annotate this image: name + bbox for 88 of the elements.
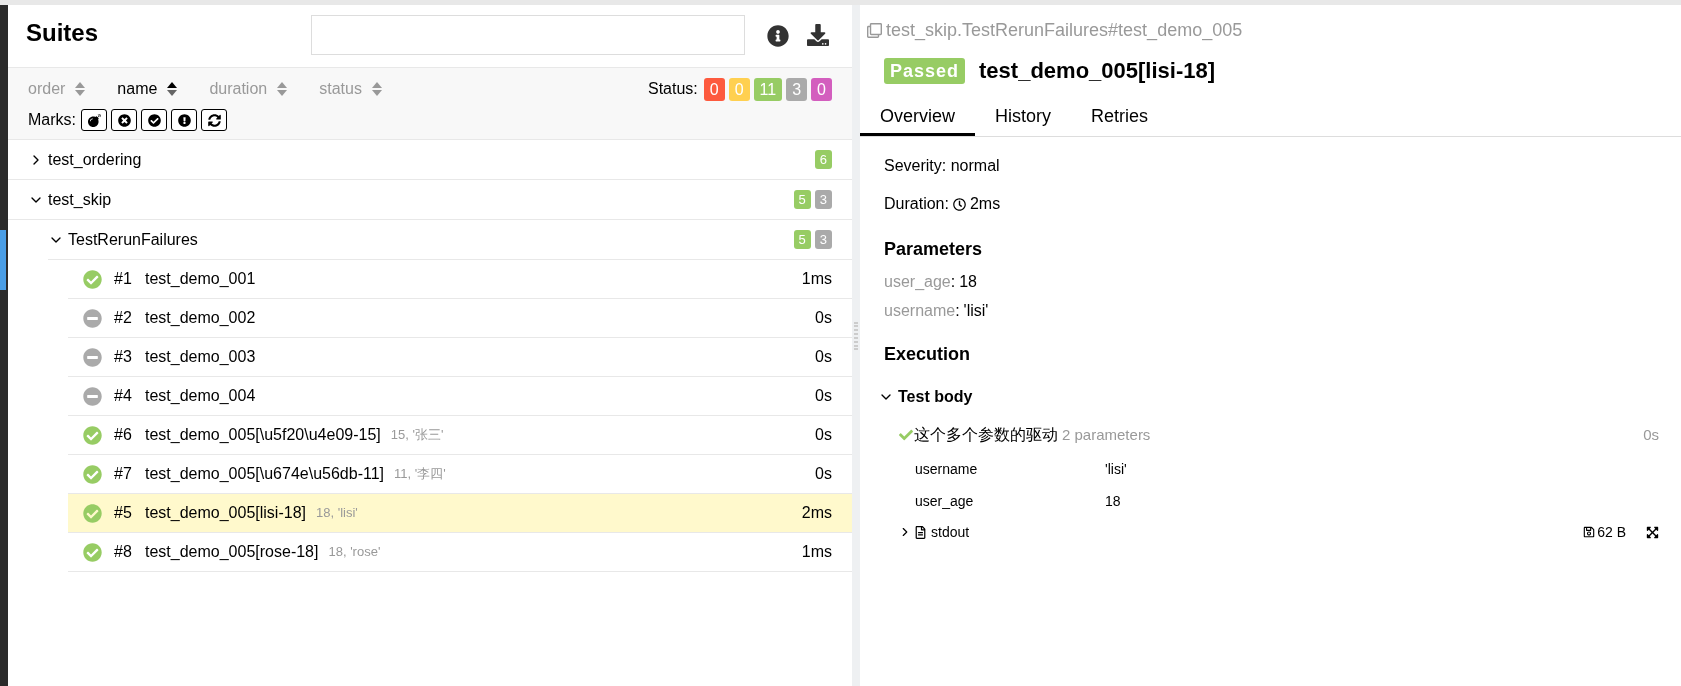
- test-order: #4: [114, 386, 133, 406]
- download-icon[interactable]: [807, 24, 829, 46]
- step-param-name: user_age: [915, 491, 975, 511]
- parameter-separator: :: [950, 272, 956, 292]
- test-order: #7: [114, 464, 133, 484]
- tab[interactable]: Retries: [1071, 99, 1169, 136]
- attachment-size: 62 B: [1597, 522, 1626, 542]
- bomb-icon: [87, 113, 101, 127]
- test-name: test_demo_005[lisi-18]: [145, 503, 306, 523]
- test-duration: 0s: [815, 425, 832, 445]
- test-duration: 0s: [815, 308, 832, 328]
- mark-toggle[interactable]: [141, 109, 167, 131]
- status-badge: Passed: [884, 57, 966, 84]
- test-order: #1: [114, 269, 133, 289]
- test-row[interactable]: #5 test_demo_005[lisi-18] 18, 'lisi' 2ms: [68, 494, 852, 533]
- attachment-row[interactable]: stdout 62 B: [898, 521, 1659, 543]
- parameter-separator: :: [955, 301, 960, 321]
- test-order: #2: [114, 308, 133, 328]
- test-duration: 2ms: [801, 503, 832, 523]
- parameter-value: 'lisi': [963, 301, 989, 321]
- mark-toggle[interactable]: [171, 109, 197, 131]
- step-param-name: username: [915, 459, 979, 479]
- suite-row[interactable]: test_skip 5 3: [8, 180, 852, 220]
- test-body-label: Test body: [898, 387, 973, 407]
- test-duration: 0s: [815, 386, 832, 406]
- test-name: test_demo_001: [145, 269, 256, 289]
- search-field[interactable]: [311, 15, 745, 55]
- test-name: test_demo_005[\u674e\u56db-11]: [145, 464, 384, 484]
- parameter-name: username: [884, 301, 956, 321]
- test-duration: 1ms: [801, 542, 832, 562]
- mark-toggle[interactable]: [201, 109, 227, 131]
- step-param-value: 18: [1105, 491, 1121, 511]
- test-params: 18, 'rose': [328, 543, 381, 562]
- suite-name: TestRerunFailures: [68, 229, 198, 250]
- count-badge: 3: [814, 230, 832, 249]
- marks-label: Marks:: [28, 110, 76, 130]
- refresh-icon: [207, 113, 221, 127]
- test-name: test_demo_005[rose-18]: [145, 542, 319, 562]
- test-order: #8: [114, 542, 133, 562]
- copy-icon[interactable]: [867, 23, 882, 38]
- tab[interactable]: Overview: [860, 99, 975, 136]
- test-name: test_demo_002: [145, 308, 256, 328]
- mark-toggle[interactable]: [111, 109, 137, 131]
- test-params: 18, 'lisi': [316, 504, 358, 523]
- test-order: #5: [114, 503, 133, 523]
- parameter-value: 18: [959, 272, 977, 292]
- tab[interactable]: History: [975, 99, 1072, 136]
- file-icon: [914, 525, 927, 539]
- duration-value: 2ms: [969, 194, 1001, 214]
- status-label: Status:: [647, 79, 698, 99]
- test-params: 15, '张三': [390, 426, 444, 445]
- test-name: test_demo_005[\u5f20\u4e09-15]: [145, 425, 381, 445]
- step-params-count: 2 parameters: [1062, 424, 1151, 445]
- test-title: test_demo_005[lisi-18]: [979, 57, 1216, 85]
- test-order: #3: [114, 347, 133, 367]
- suite-row[interactable]: test_ordering 6: [8, 140, 852, 180]
- parameter-name: user_age: [884, 272, 951, 292]
- test-order: #6: [114, 425, 133, 445]
- step-param-value: 'lisi': [1105, 459, 1127, 479]
- save-icon: [1583, 526, 1596, 538]
- suite-name: test_ordering: [48, 149, 142, 170]
- duration-label: Duration:: [884, 194, 949, 214]
- attachment-name: stdout: [931, 522, 970, 542]
- count-badge: 5: [793, 230, 811, 249]
- count-badge: 3: [814, 190, 832, 209]
- suite-name: test_skip: [48, 189, 112, 210]
- count-badge: 6: [814, 150, 832, 169]
- suites-title: Suites: [26, 18, 100, 48]
- test-name: test_demo_004: [145, 386, 256, 406]
- severity-text: Severity: normal: [884, 156, 1001, 174]
- clock-icon: [952, 197, 966, 211]
- step-name: 这个多个参数的驱动: [914, 425, 1058, 445]
- count-badge: 5: [793, 190, 811, 209]
- expand-icon[interactable]: [1646, 525, 1659, 539]
- test-params: 11, '李四': [394, 465, 446, 484]
- test-duration: 0s: [815, 347, 832, 367]
- parameters-heading: Parameters: [884, 238, 984, 261]
- test-duration: 0s: [815, 464, 832, 484]
- check-icon: [898, 428, 914, 442]
- step-duration: 0s: [1643, 424, 1659, 445]
- sort-toggle[interactable]: name: [117, 77, 178, 101]
- execution-heading: Execution: [884, 343, 972, 366]
- test-name: test_demo_003: [145, 347, 256, 367]
- mark-toggle[interactable]: [81, 109, 107, 131]
- step-row[interactable]: 这个多个参数的驱动 2 parameters 0s: [898, 423, 1659, 447]
- test-path: test_skip.TestRerunFailures#test_demo_005: [886, 19, 1243, 43]
- info-icon[interactable]: [767, 25, 789, 47]
- test-duration: 1ms: [801, 269, 832, 289]
